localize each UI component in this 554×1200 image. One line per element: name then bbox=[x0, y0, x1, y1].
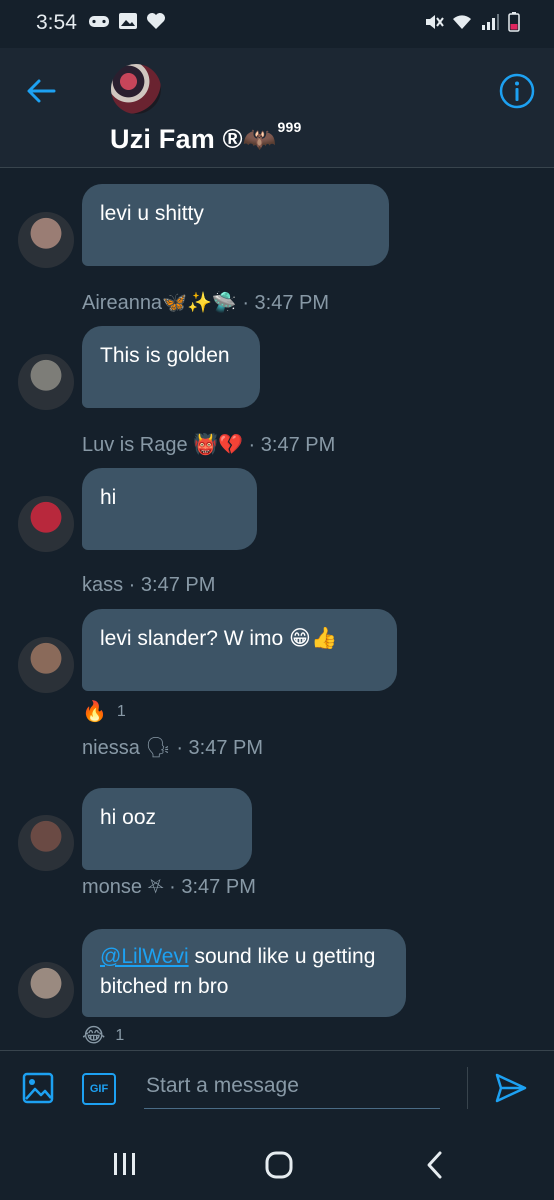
image-icon bbox=[119, 13, 137, 29]
battery-icon bbox=[508, 12, 520, 32]
message-bubble[interactable]: levi u shitty bbox=[82, 184, 389, 266]
message-meta: Luv is Rage 👹💔 · 3:47 PM bbox=[82, 434, 336, 456]
reaction-emoji: 🔥 bbox=[82, 701, 107, 723]
message-bubble[interactable]: This is golden bbox=[82, 326, 260, 408]
sender-avatar[interactable] bbox=[18, 212, 74, 268]
gif-button[interactable]: GIF bbox=[82, 1073, 116, 1105]
sender-name: Aireanna🦋✨🛸 bbox=[82, 292, 237, 314]
recent-apps-icon bbox=[114, 1153, 135, 1175]
info-button[interactable] bbox=[498, 72, 536, 110]
message-meta: monse ⛧ · 3:47 PM bbox=[82, 876, 256, 898]
home-button[interactable] bbox=[265, 1151, 293, 1179]
status-notification-icons bbox=[88, 12, 166, 30]
status-time: 3:54 bbox=[36, 11, 77, 34]
message-bubble[interactable]: hi bbox=[82, 468, 257, 550]
message-meta: Aireanna🦋✨🛸 · 3:47 PM bbox=[82, 292, 330, 314]
reaction-count: 1 bbox=[115, 1026, 125, 1044]
group-avatar[interactable] bbox=[111, 64, 161, 114]
sender-avatar[interactable] bbox=[18, 354, 74, 410]
message-reaction[interactable]: 😂 1 bbox=[82, 1023, 124, 1048]
message-bubble[interactable]: @LilWevi sound like u getting bitched rn… bbox=[82, 929, 406, 1017]
arrow-left-icon bbox=[27, 79, 56, 103]
back-icon bbox=[427, 1151, 442, 1179]
status-system-icons bbox=[424, 12, 520, 32]
sender-name: niessa 🗣 bbox=[82, 737, 171, 759]
message-bubble[interactable]: levi slander? W imo 😁👍 bbox=[82, 609, 397, 691]
message-meta: kass · 3:47 PM bbox=[82, 574, 216, 596]
info-icon bbox=[499, 73, 535, 109]
gif-label: GIF bbox=[89, 1083, 109, 1095]
group-title-suffix: 999 bbox=[277, 119, 302, 135]
mute-icon bbox=[426, 15, 444, 29]
sender-avatar[interactable] bbox=[18, 962, 74, 1018]
group-title-text: Uzi Fam ®🦇 bbox=[110, 124, 277, 154]
message-composer: GIF bbox=[0, 1050, 554, 1125]
wifi-icon bbox=[453, 15, 471, 29]
message-bubble[interactable]: hi ooz bbox=[82, 788, 252, 870]
sender-name: kass bbox=[82, 574, 124, 596]
group-title[interactable]: Uzi Fam ®🦇999 bbox=[110, 119, 302, 155]
heart-icon bbox=[147, 13, 165, 29]
message-time: 3:47 PM bbox=[140, 574, 216, 596]
sender-name: monse ⛧ bbox=[82, 876, 164, 898]
message-text: levi slander? W imo 😁👍 bbox=[100, 627, 338, 650]
composer-divider bbox=[467, 1067, 468, 1109]
system-nav-bar bbox=[0, 1124, 554, 1200]
reaction-emoji: 😂 bbox=[82, 1025, 106, 1047]
image-icon bbox=[22, 1072, 54, 1104]
message-time: 3:47 PM bbox=[260, 434, 336, 456]
user-mention-link[interactable]: @LilWevi bbox=[100, 945, 189, 968]
message-time: 3:47 PM bbox=[188, 737, 264, 759]
message-time: 3:47 PM bbox=[254, 292, 330, 314]
sender-name: Luv is Rage 👹💔 bbox=[82, 434, 243, 456]
status-bar: 3:54 bbox=[0, 0, 554, 48]
media-button[interactable] bbox=[22, 1071, 54, 1105]
system-back-button[interactable] bbox=[424, 1150, 446, 1180]
message-time: 3:47 PM bbox=[181, 876, 256, 898]
conversation-header: Uzi Fam ®🦇999 bbox=[0, 48, 554, 168]
message-input[interactable] bbox=[144, 1063, 440, 1109]
send-button[interactable] bbox=[494, 1071, 528, 1105]
message-text: hi ooz bbox=[100, 806, 157, 829]
sender-avatar[interactable] bbox=[18, 496, 74, 552]
message-list[interactable]: levi u shitty Aireanna🦋✨🛸 · 3:47 PM This… bbox=[0, 168, 554, 1050]
message-meta: niessa 🗣 · 3:47 PM bbox=[82, 737, 264, 759]
signal-icon bbox=[482, 14, 499, 30]
sender-avatar[interactable] bbox=[18, 815, 74, 871]
message-text: hi bbox=[100, 486, 117, 509]
recent-apps-button[interactable] bbox=[112, 1152, 138, 1176]
reaction-count: 1 bbox=[116, 702, 126, 720]
home-icon bbox=[265, 1151, 293, 1179]
send-icon bbox=[495, 1073, 527, 1103]
message-reaction[interactable]: 🔥 1 bbox=[82, 699, 126, 724]
message-text: levi u shitty bbox=[100, 202, 204, 225]
message-text: This is golden bbox=[100, 344, 230, 367]
back-button[interactable] bbox=[24, 74, 64, 108]
game-controller-icon bbox=[89, 16, 109, 27]
sender-avatar[interactable] bbox=[18, 637, 74, 693]
